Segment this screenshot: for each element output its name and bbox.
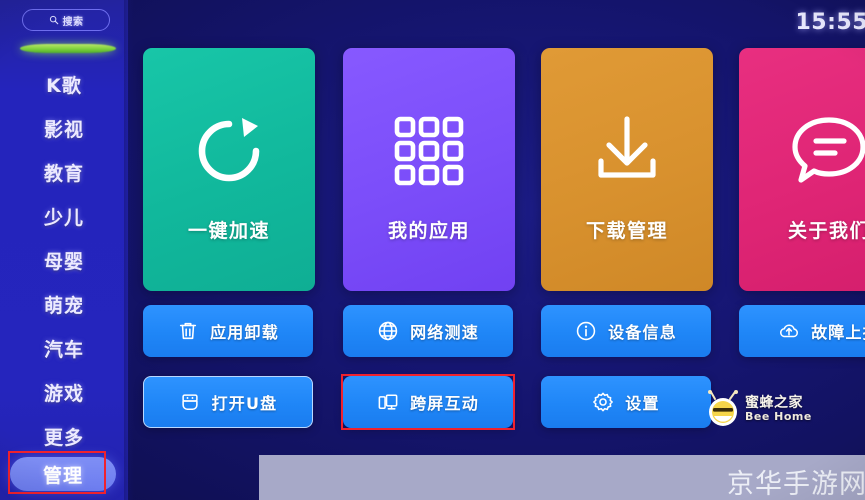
sidebar: 搜索 K歌 影视 教育 少儿 母婴 萌宠 汽车 游戏 更多 管理: [0, 0, 134, 500]
sidebar-item-maternity[interactable]: 母婴: [0, 238, 128, 282]
sidebar-item-pets[interactable]: 萌宠: [0, 282, 128, 326]
button-label: 设置: [625, 394, 660, 413]
sidebar-nav-list: K歌 影视 教育 少儿 母婴 萌宠 汽车 游戏 更多: [0, 62, 128, 458]
usb-drive-icon: [181, 394, 198, 411]
sidebar-item-label: 汽车: [43, 338, 84, 361]
tile-label: 我的应用: [387, 220, 470, 242]
sidebar-item-auto[interactable]: 汽车: [0, 326, 128, 370]
gear-icon: [593, 392, 614, 412]
tile-label: 下载管理: [585, 220, 668, 242]
button-app-uninstall[interactable]: 应用卸载: [143, 305, 313, 357]
bee-watermark-text: 蜜蜂之家 Bee Home: [745, 396, 812, 422]
bee-home-watermark: 蜜蜂之家 Bee Home: [706, 390, 812, 428]
sidebar-item-kids[interactable]: 少儿: [0, 194, 128, 238]
status-clock: 15:55: [795, 10, 865, 35]
button-fault-report[interactable]: 故障上报: [739, 305, 865, 357]
sidebar-item-games[interactable]: 游戏: [0, 370, 128, 414]
sidebar-item-label: 影视: [43, 118, 84, 141]
button-label: 网络测速: [410, 323, 479, 342]
button-label: 打开U盘: [211, 394, 278, 413]
button-settings[interactable]: 设置: [541, 376, 711, 428]
info-icon: [576, 321, 596, 341]
sidebar-item-label: 教育: [43, 162, 84, 185]
sidebar-item-label: 管理: [42, 464, 83, 487]
sidebar-item-education[interactable]: 教育: [0, 150, 128, 194]
sidebar-item-label: 母婴: [43, 250, 84, 273]
button-open-usb-drive[interactable]: 打开U盘: [143, 376, 313, 428]
button-label: 设备信息: [608, 323, 677, 342]
trash-icon: [179, 322, 197, 340]
search-icon: [49, 15, 58, 25]
sidebar-item-management[interactable]: 管理: [10, 457, 116, 491]
sidebar-item-label: 游戏: [43, 382, 84, 405]
sidebar-item-label: K歌: [46, 74, 82, 97]
tile-about-us[interactable]: 关于我们: [739, 48, 865, 291]
partial-nav-item-highlight: [20, 44, 116, 53]
button-device-info[interactable]: 设备信息: [541, 305, 711, 357]
search-button[interactable]: 搜索: [22, 9, 110, 31]
globe-icon: [378, 321, 398, 341]
cloud-upload-icon: [780, 324, 799, 338]
tile-download-manager[interactable]: 下载管理: [541, 48, 713, 291]
screen-cast-icon: [378, 394, 398, 410]
button-label: 应用卸载: [210, 323, 279, 342]
tile-one-key-boost[interactable]: 一键加速: [143, 48, 315, 291]
sidebar-item-label: 少儿: [43, 206, 84, 229]
tv-launcher-screen: 搜索 K歌 影视 教育 少儿 母婴 萌宠 汽车 游戏 更多 管理 15:55 一…: [0, 0, 865, 500]
button-network-speedtest[interactable]: 网络测速: [343, 305, 513, 357]
bee-watermark-cn: 蜜蜂之家: [745, 394, 803, 411]
tile-my-apps[interactable]: 我的应用: [343, 48, 515, 291]
button-label: 跨屏互动: [410, 394, 479, 413]
site-watermark: 京华手游网: [727, 469, 865, 500]
app-grid-icon: [393, 112, 465, 190]
search-label: 搜索: [62, 16, 84, 28]
chat-bubble-icon: [789, 112, 865, 190]
download-icon: [589, 112, 665, 190]
sidebar-item-label: 萌宠: [43, 294, 84, 317]
sidebar-item-label: 更多: [43, 426, 84, 449]
sidebar-item-ktv[interactable]: K歌: [0, 62, 128, 106]
sidebar-item-video[interactable]: 影视: [0, 106, 128, 150]
button-cross-screen-interaction[interactable]: 跨屏互动: [343, 376, 513, 428]
refresh-icon: [190, 112, 268, 190]
bee-watermark-en: Bee Home: [745, 409, 812, 423]
tile-label: 关于我们: [787, 220, 865, 242]
sidebar-item-more[interactable]: 更多: [0, 414, 128, 458]
bee-mascot-icon: [708, 390, 738, 426]
tile-label: 一键加速: [187, 220, 270, 242]
button-label: 故障上报: [811, 323, 865, 342]
